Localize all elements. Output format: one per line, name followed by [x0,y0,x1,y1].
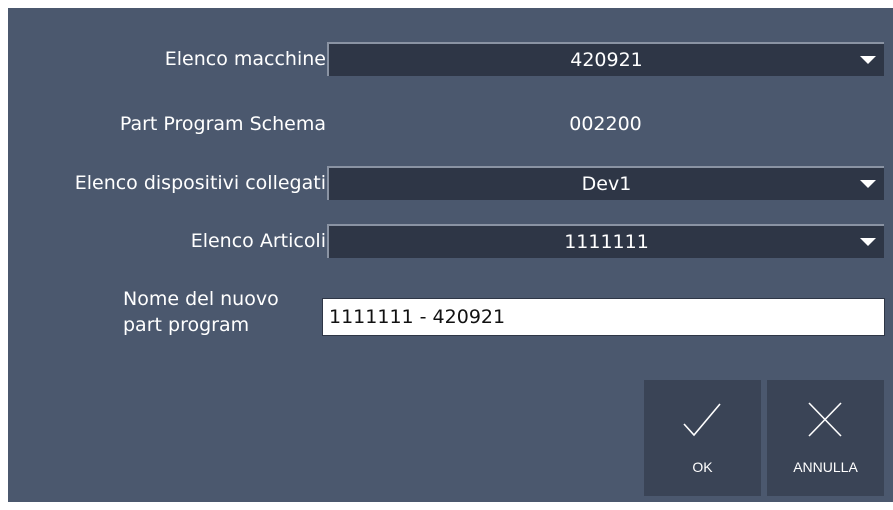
checkmark-icon [683,403,721,437]
articles-value: 1111111 [564,231,649,253]
machine-list-label: Elenco macchine [164,48,326,70]
chevron-down-icon [860,238,876,246]
chevron-down-icon [860,56,876,64]
schema-value: 002200 [569,113,642,135]
devices-value: Dev1 [581,173,632,195]
schema-label: Part Program Schema [119,113,326,135]
articles-label: Elenco Articoli [190,230,326,252]
ok-button[interactable]: OK [644,380,761,496]
machine-list-dropdown[interactable]: 420921 [327,42,884,76]
devices-label: Elenco dispositivi collegati [74,172,326,194]
cancel-button-label: ANNULLA [793,459,858,475]
new-name-input[interactable] [322,298,885,336]
machine-list-value: 420921 [570,49,643,71]
devices-dropdown[interactable]: Dev1 [327,166,884,200]
new-part-program-dialog: Elenco macchine 420921 Part Program Sche… [8,8,893,502]
new-name-label: Nome del nuovo part program [123,288,279,336]
ok-button-label: OK [692,459,713,475]
close-icon [808,402,842,437]
cancel-button[interactable]: ANNULLA [767,380,884,496]
articles-dropdown[interactable]: 1111111 [327,224,884,258]
chevron-down-icon [860,180,876,188]
